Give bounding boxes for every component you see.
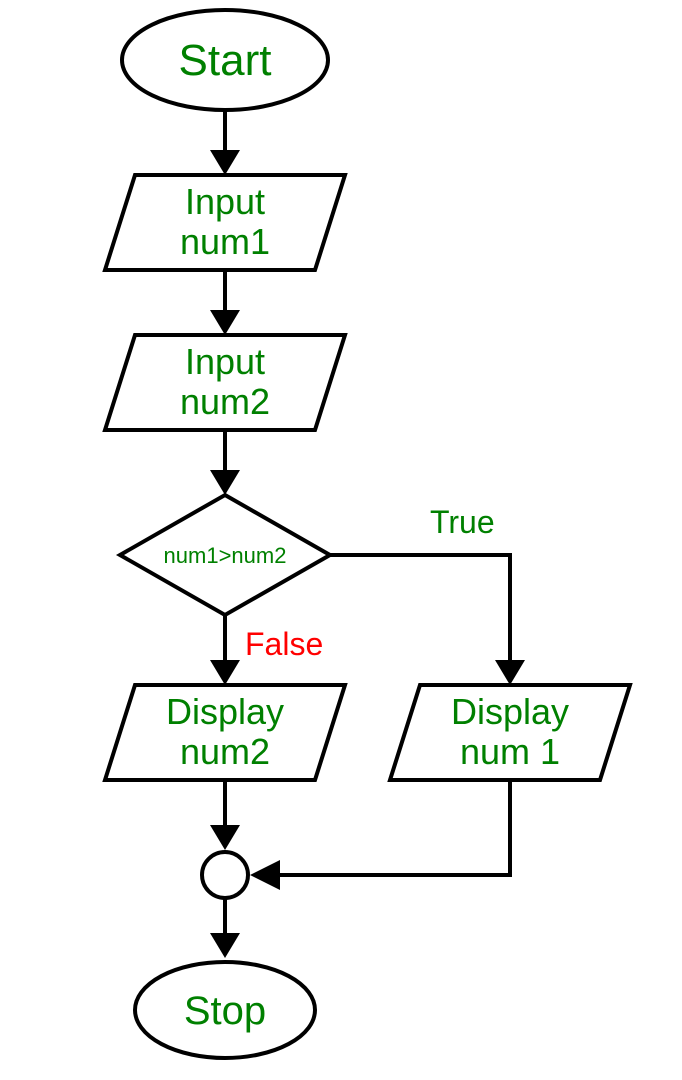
decision-label: num1>num2: [164, 543, 287, 568]
edge-start-to-input1: [210, 110, 240, 175]
io-input1-label-2: num1: [180, 221, 270, 262]
io-display-right-label-2: num 1: [460, 731, 560, 772]
edge-label-false: False: [245, 626, 323, 662]
connector-junction: [202, 852, 248, 898]
terminal-start-label: Start: [179, 36, 272, 85]
edge-decision-false: [210, 615, 240, 685]
edge-dispR-to-junction: [250, 780, 510, 890]
edge-input2-to-decision: [210, 430, 240, 495]
edge-junction-to-stop: [210, 898, 240, 958]
io-input1-label-1: Input: [185, 181, 265, 222]
io-display-right-label-1: Display: [451, 691, 569, 732]
edge-decision-true: [330, 555, 525, 685]
terminal-stop-label: Stop: [184, 989, 266, 1033]
edge-input1-to-input2: [210, 270, 240, 335]
edge-dispL-to-junction: [210, 780, 240, 850]
io-input2-label-1: Input: [185, 341, 265, 382]
io-display-left-label-2: num2: [180, 731, 270, 772]
io-input2-label-2: num2: [180, 381, 270, 422]
edge-label-true: True: [430, 504, 495, 540]
io-display-left-label-1: Display: [166, 691, 284, 732]
